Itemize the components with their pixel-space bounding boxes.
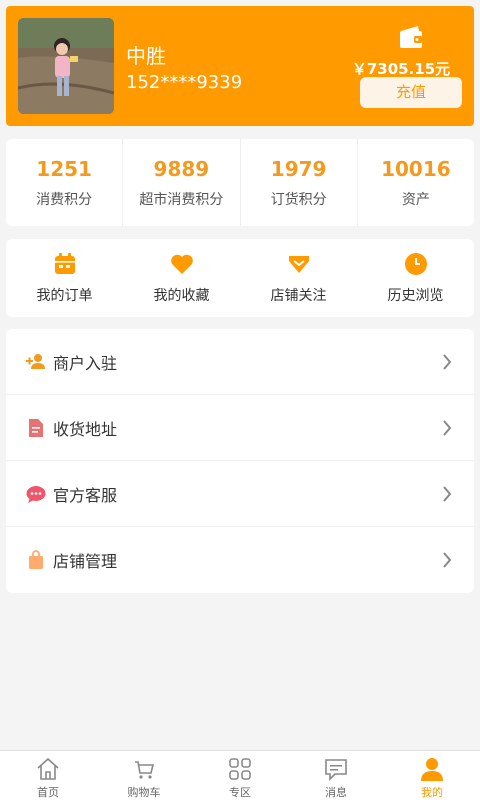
avatar[interactable] [18,18,114,114]
shortcut-my-orders[interactable]: 我的订单 [6,239,123,317]
stat-label: 资产 [401,192,430,208]
profile-card: 中胜 152****9339 ￥7305.15元 充值 [6,6,474,126]
stat-value: 1979 [270,157,327,181]
menu-item-customer-service[interactable]: 官方客服 [6,461,474,527]
stat-consumption-points[interactable]: 1251 消费积分 [6,139,122,226]
document-icon [29,418,43,437]
user-icon [421,758,443,781]
chevron-right-icon [443,420,452,436]
menu-item-merchant-join[interactable]: 商户入驻 [6,329,474,395]
tab-label: 专区 [229,786,251,799]
phone-number: 152****9339 [126,72,243,93]
stat-label: 消费积分 [36,192,93,208]
settings-menu: 商户入驻 收货地址 官方客服 店铺管理 [6,329,474,593]
stat-value: 10016 [381,157,451,181]
menu-label: 店铺管理 [53,552,118,571]
balance-amount: ￥7305.15元 [351,60,451,78]
calendar-icon [54,253,75,274]
cart-icon [135,761,155,779]
chevron-right-icon [443,354,452,370]
menu-label: 商户入驻 [53,353,118,373]
shortcut-history[interactable]: 历史浏览 [357,239,474,317]
menu-item-store-management[interactable]: 店铺管理 [6,527,474,593]
recharge-button[interactable]: 充值 [360,77,462,108]
stat-assets[interactable]: 10016 资产 [356,139,474,226]
username: 中胜 [126,44,166,68]
message-icon [325,759,347,781]
shortcut-label: 我的订单 [36,288,93,304]
diamond-icon [288,256,309,273]
chevron-right-icon [443,486,452,502]
tab-messages[interactable]: 消息 [288,751,384,800]
menu-label: 收货地址 [53,419,118,439]
shortcut-store-follow[interactable]: 店铺关注 [240,239,357,317]
shortcut-label: 历史浏览 [387,288,444,304]
stat-value: 9889 [153,157,210,181]
shortcut-row: 我的订单 我的收藏 店铺关注 历史浏览 [6,239,474,317]
tab-label: 首页 [37,786,59,799]
home-icon [37,757,59,780]
stat-supermarket-points[interactable]: 9889 超市消费积分 [122,139,239,226]
stat-label: 订货积分 [270,192,327,208]
shopping-bag-icon [29,550,43,569]
menu-item-shipping-address[interactable]: 收货地址 [6,395,474,461]
tab-home[interactable]: 首页 [0,751,96,800]
tab-zone[interactable]: 专区 [192,751,288,800]
tab-label: 消息 [325,786,347,799]
tab-label: 我的 [421,786,443,799]
shortcut-my-favorites[interactable]: 我的收藏 [123,239,240,317]
grid-icon [229,758,251,780]
tab-mine[interactable]: 我的 [384,751,480,800]
points-summary: 1251 消费积分 9889 超市消费积分 1979 订货积分 10016 资产 [6,139,474,226]
chevron-right-icon [443,552,452,568]
clock-icon [404,253,427,275]
heart-icon [170,254,193,274]
menu-label: 官方客服 [53,485,118,505]
stat-label: 超市消费积分 [139,192,224,208]
wallet-icon[interactable] [398,24,424,50]
tab-label: 购物车 [127,786,161,799]
bottom-tab-bar: 首页 购物车 专区 消息 我的 [0,750,480,800]
tab-cart[interactable]: 购物车 [96,751,192,800]
stat-value: 1251 [36,157,92,181]
stat-order-points[interactable]: 1979 订货积分 [239,139,357,226]
shortcut-label: 我的收藏 [153,288,210,304]
chat-bubble-icon [26,485,46,503]
add-user-icon [26,353,45,369]
shortcut-label: 店铺关注 [270,288,327,304]
